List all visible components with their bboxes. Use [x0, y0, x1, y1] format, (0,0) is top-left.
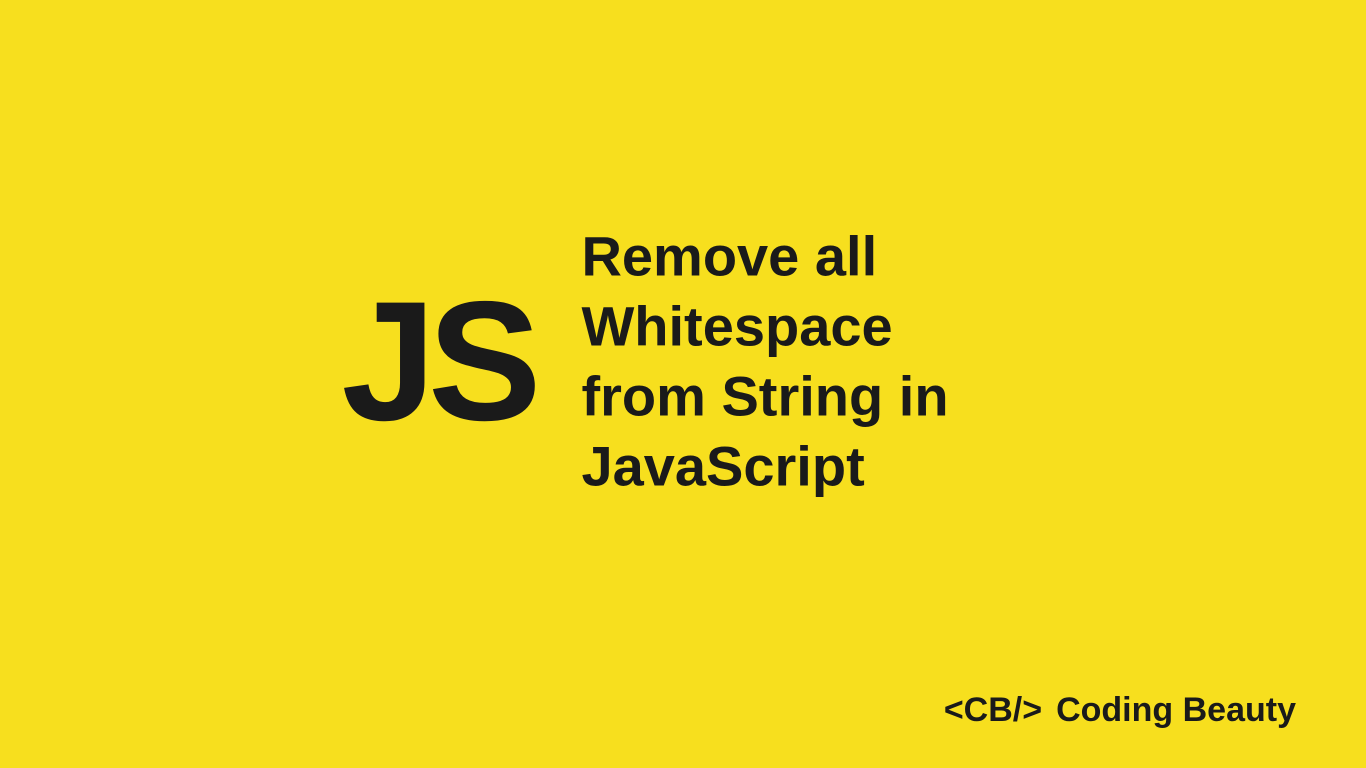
footer: <CB/> Coding Beauty [944, 691, 1296, 730]
title-line-2: from String in JavaScript [581, 362, 1024, 502]
brand-logo-tag: <CB/> [944, 691, 1042, 730]
article-title: Remove all Whitespace from String in Jav… [581, 222, 1024, 502]
js-badge: JS [342, 277, 534, 447]
main-content: JS Remove all Whitespace from String in … [342, 222, 1025, 502]
brand-name: Coding Beauty [1056, 691, 1296, 730]
title-line-1: Remove all Whitespace [581, 222, 1024, 362]
